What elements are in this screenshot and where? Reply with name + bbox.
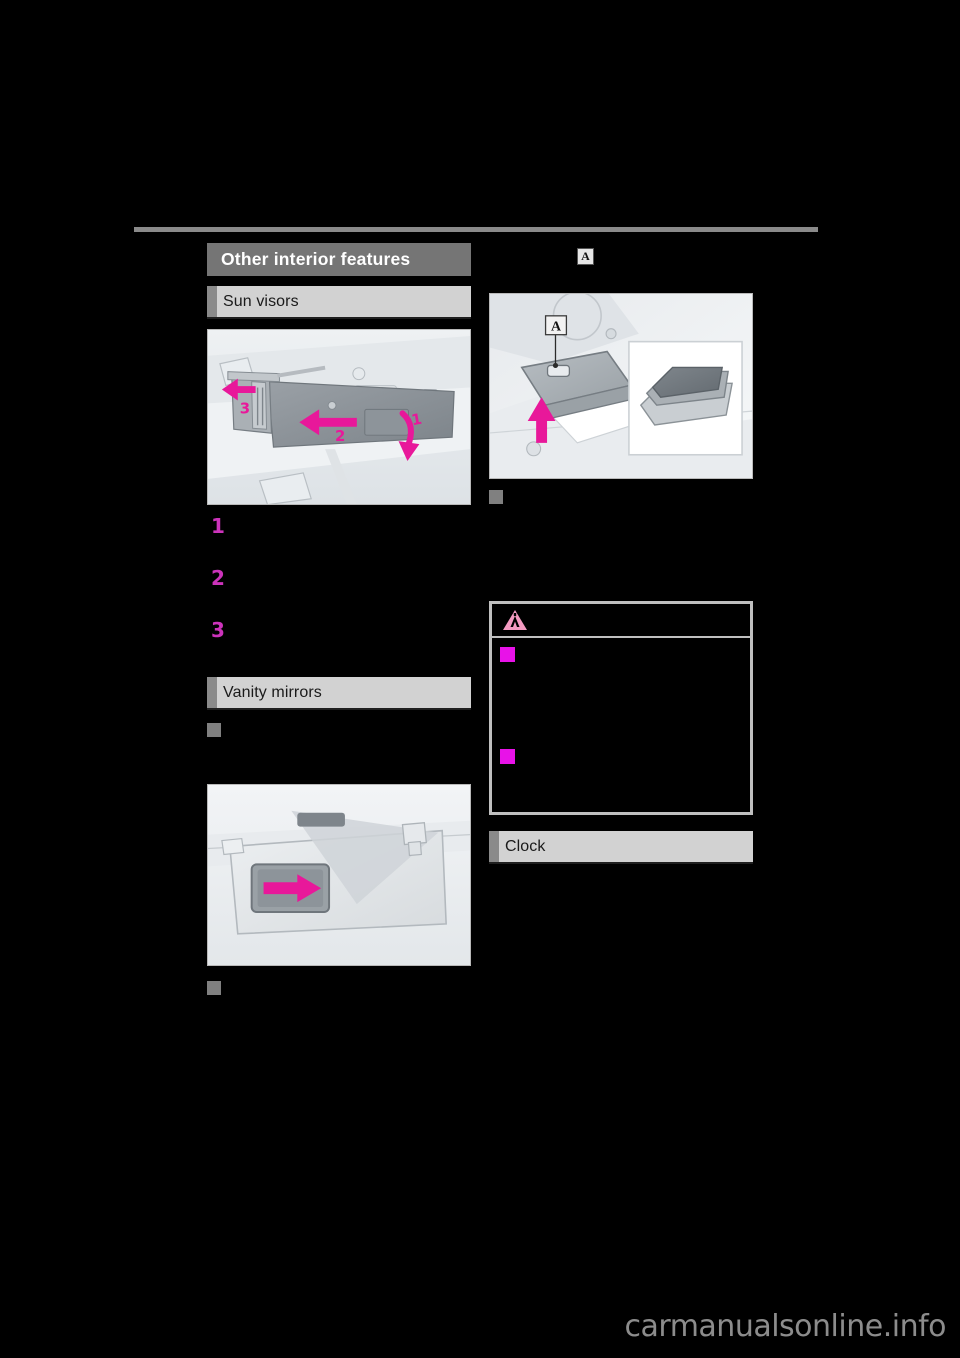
warning-box-header [492,604,750,638]
sun-visor-figure-svg: 1 2 3 [208,330,470,504]
console-tray-illustration: A [489,293,753,479]
callout-badge-a: A [577,247,594,265]
right-body-text [489,513,753,587]
step-number: 3 [211,618,225,642]
page-title: Other interior features [207,243,471,276]
warning-item-spacer [500,670,742,748]
vanity-mirrors-header: Vanity mirrors [207,677,471,708]
list-item: 1 [207,514,471,539]
left-column: Other interior features Sun visors 1 2 3… [207,243,471,998]
clock-header: Clock [489,831,753,862]
warning-box-body [492,638,750,812]
right-subsection-heading [489,489,753,507]
step-number: 2 [211,566,225,590]
warning-item [500,748,742,766]
svg-text:2: 2 [335,427,345,445]
square-bullet-icon [207,981,221,995]
sun-visors-header-label: Sun visors [223,292,299,310]
sun-visors-header: Sun visors [207,286,471,317]
site-watermark: carmanualsonline.info [624,1309,947,1344]
warning-item-spacer [500,772,742,832]
sun-visor-steps: 1 2 3 [207,514,471,643]
svg-text:A: A [551,320,561,335]
step-number: 1 [211,514,225,538]
vanity-mirrors-header-label: Vanity mirrors [223,683,322,701]
console-tray-figure-svg: A [490,294,752,478]
clock-header-label: Clock [505,837,546,855]
magenta-square-bullet-icon [500,749,515,764]
sun-visor-illustration: 1 2 3 [207,329,471,505]
vanity-mirrors-subheading-bottom [207,980,471,998]
magenta-square-bullet-icon [500,647,515,662]
callout-badge-row: A [489,243,753,269]
clock-body-text [489,870,753,990]
square-bullet-icon [207,723,221,737]
warning-item [500,646,742,664]
warning-triangle-icon [503,610,527,630]
list-item: 3 [207,618,471,643]
square-bullet-icon [489,490,503,504]
vanity-mirror-figure-svg [208,785,470,965]
vanity-mirror-illustration [207,784,471,966]
list-item: 2 [207,566,471,591]
right-column: A A Clock [489,243,753,990]
vanity-mirrors-subheading-top [207,722,471,740]
svg-text:3: 3 [240,399,250,417]
warning-box [489,601,753,815]
page-top-rule [134,227,818,232]
manual-page: Other interior features Sun visors 1 2 3… [0,0,960,1358]
